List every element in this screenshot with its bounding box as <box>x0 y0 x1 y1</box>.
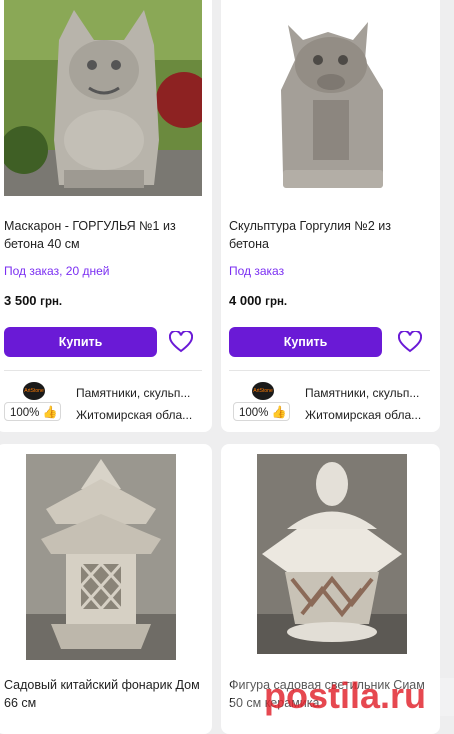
product-price: 4 000 грн. <box>229 293 287 308</box>
seller-location: Житомирская обла... <box>76 408 193 422</box>
product-card[interactable]: Фигура садовая светильник Сиам 50 см кер… <box>221 444 440 734</box>
divider <box>4 370 202 371</box>
product-image[interactable] <box>26 454 176 660</box>
product-title[interactable]: Скульптура Горгулия №2 из бетона <box>229 217 434 253</box>
product-card[interactable]: Садовый китайский фонарик Дом 66 см <box>0 444 212 734</box>
buy-button[interactable]: Купить <box>229 327 382 357</box>
price-currency: грн. <box>265 296 288 308</box>
rating-value: 100% <box>10 407 40 419</box>
product-image[interactable] <box>257 454 407 654</box>
lantern-photo <box>26 454 176 660</box>
seller-location: Житомирская обла... <box>305 408 422 422</box>
product-card[interactable]: Маскарон - ГОРГУЛЬЯ №1 из бетона 40 см П… <box>0 0 212 432</box>
seller-rating-badge: 100% 👍 <box>4 402 61 421</box>
seller-category[interactable]: Памятники, скульп... <box>305 386 433 400</box>
product-title[interactable]: Садовый китайский фонарик Дом 66 см <box>4 676 206 712</box>
availability-status: Под заказ, 20 дней <box>4 264 110 278</box>
gargoyle-photo <box>4 0 202 196</box>
product-price: 3 500 грн. <box>4 293 62 308</box>
favorite-heart-icon[interactable] <box>168 329 194 353</box>
seller-logo[interactable]: ArtStone <box>23 382 45 400</box>
availability-status: Под заказ <box>229 264 285 278</box>
product-card[interactable]: Скульптура Горгулия №2 из бетона Под зак… <box>221 0 440 432</box>
thumbs-up-icon: 👍 <box>271 405 287 419</box>
seller-category[interactable]: Памятники, скульп... <box>76 386 206 400</box>
gargoyle-photo <box>233 0 429 196</box>
price-value: 3 500 <box>4 293 37 308</box>
favorite-heart-icon[interactable] <box>397 329 423 353</box>
seller-logo[interactable]: ArtStone <box>252 382 274 400</box>
lamp-photo <box>257 454 407 654</box>
price-currency: грн. <box>40 296 63 308</box>
buy-button[interactable]: Купить <box>4 327 157 357</box>
product-title[interactable]: Маскарон - ГОРГУЛЬЯ №1 из бетона 40 см <box>4 217 206 253</box>
product-image[interactable] <box>233 0 429 196</box>
divider <box>229 370 430 371</box>
product-image[interactable] <box>4 0 202 196</box>
rating-value: 100% <box>239 407 269 419</box>
product-title[interactable]: Фигура садовая светильник Сиам 50 см кер… <box>229 676 434 712</box>
price-value: 4 000 <box>229 293 262 308</box>
thumbs-up-icon: 👍 <box>42 405 58 419</box>
seller-rating-badge: 100% 👍 <box>233 402 290 421</box>
